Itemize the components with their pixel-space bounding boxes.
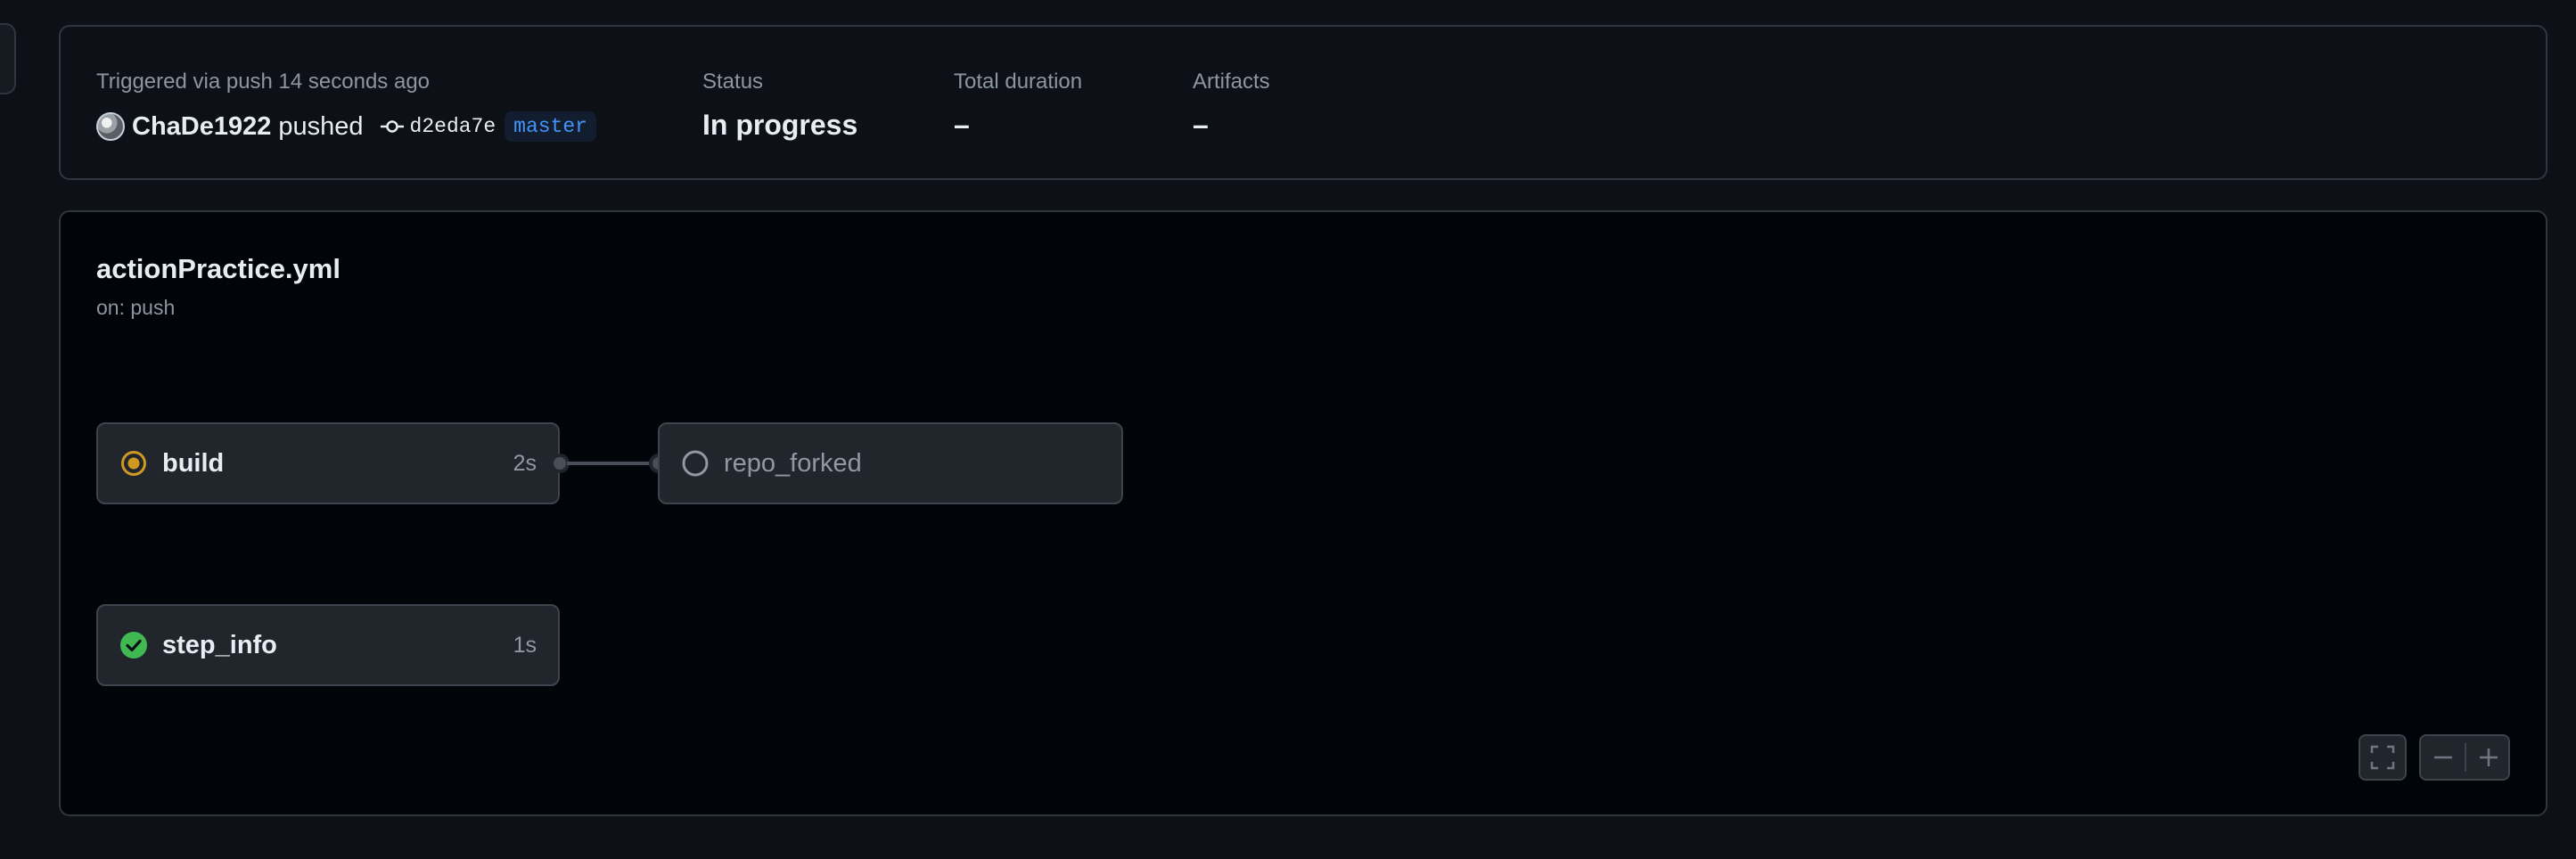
git-commit-icon — [380, 120, 404, 133]
status-label: Status — [702, 70, 764, 94]
minus-icon — [2434, 756, 2452, 759]
trigger-details: ChaDe1922 pushed d2eda7e master — [96, 109, 596, 144]
fullscreen-button[interactable] — [2359, 734, 2407, 781]
trigger-action: pushed — [278, 111, 364, 141]
actor-link[interactable]: ChaDe1922 — [132, 112, 271, 142]
artifacts-value: – — [1193, 109, 1209, 141]
workflow-graph-card: actionPractice.yml on: push build 2s rep… — [59, 210, 2547, 816]
duration-value: – — [954, 109, 970, 141]
status-value: In progress — [702, 109, 858, 141]
job-repo-forked[interactable]: repo_forked — [658, 422, 1123, 504]
job-step-info[interactable]: step_info 1s — [96, 604, 560, 686]
fullscreen-icon — [2370, 745, 2395, 770]
artifacts-label: Artifacts — [1193, 70, 1270, 94]
trigger-description: Triggered via push 14 seconds ago — [96, 70, 431, 94]
zoom-out-button[interactable] — [2421, 736, 2465, 779]
job-name: repo_forked — [724, 448, 862, 478]
zoom-controls — [2419, 734, 2510, 781]
job-build[interactable]: build 2s — [96, 422, 560, 504]
job-name: build — [162, 448, 225, 478]
commit-sha-link[interactable]: d2eda7e — [410, 115, 496, 138]
branch-label[interactable]: master — [505, 111, 596, 142]
job-duration: 1s — [513, 632, 537, 658]
check-circle-icon — [120, 632, 147, 659]
avatar[interactable] — [96, 112, 125, 141]
job-name: step_info — [162, 630, 277, 659]
duration-label: Total duration — [954, 70, 1083, 94]
job-dependency-edge — [567, 462, 660, 465]
workflow-file-name: actionPractice.yml — [96, 253, 340, 284]
plus-icon — [2479, 749, 2498, 766]
job-duration: 2s — [513, 450, 537, 476]
sidebar-edge — [0, 23, 16, 94]
zoom-in-button[interactable] — [2466, 736, 2510, 779]
pending-circle-icon — [682, 450, 709, 477]
in-progress-dot-icon — [121, 451, 146, 476]
workflow-trigger: on: push — [96, 296, 176, 319]
run-summary-card: Triggered via push 14 seconds ago ChaDe1… — [59, 25, 2547, 180]
